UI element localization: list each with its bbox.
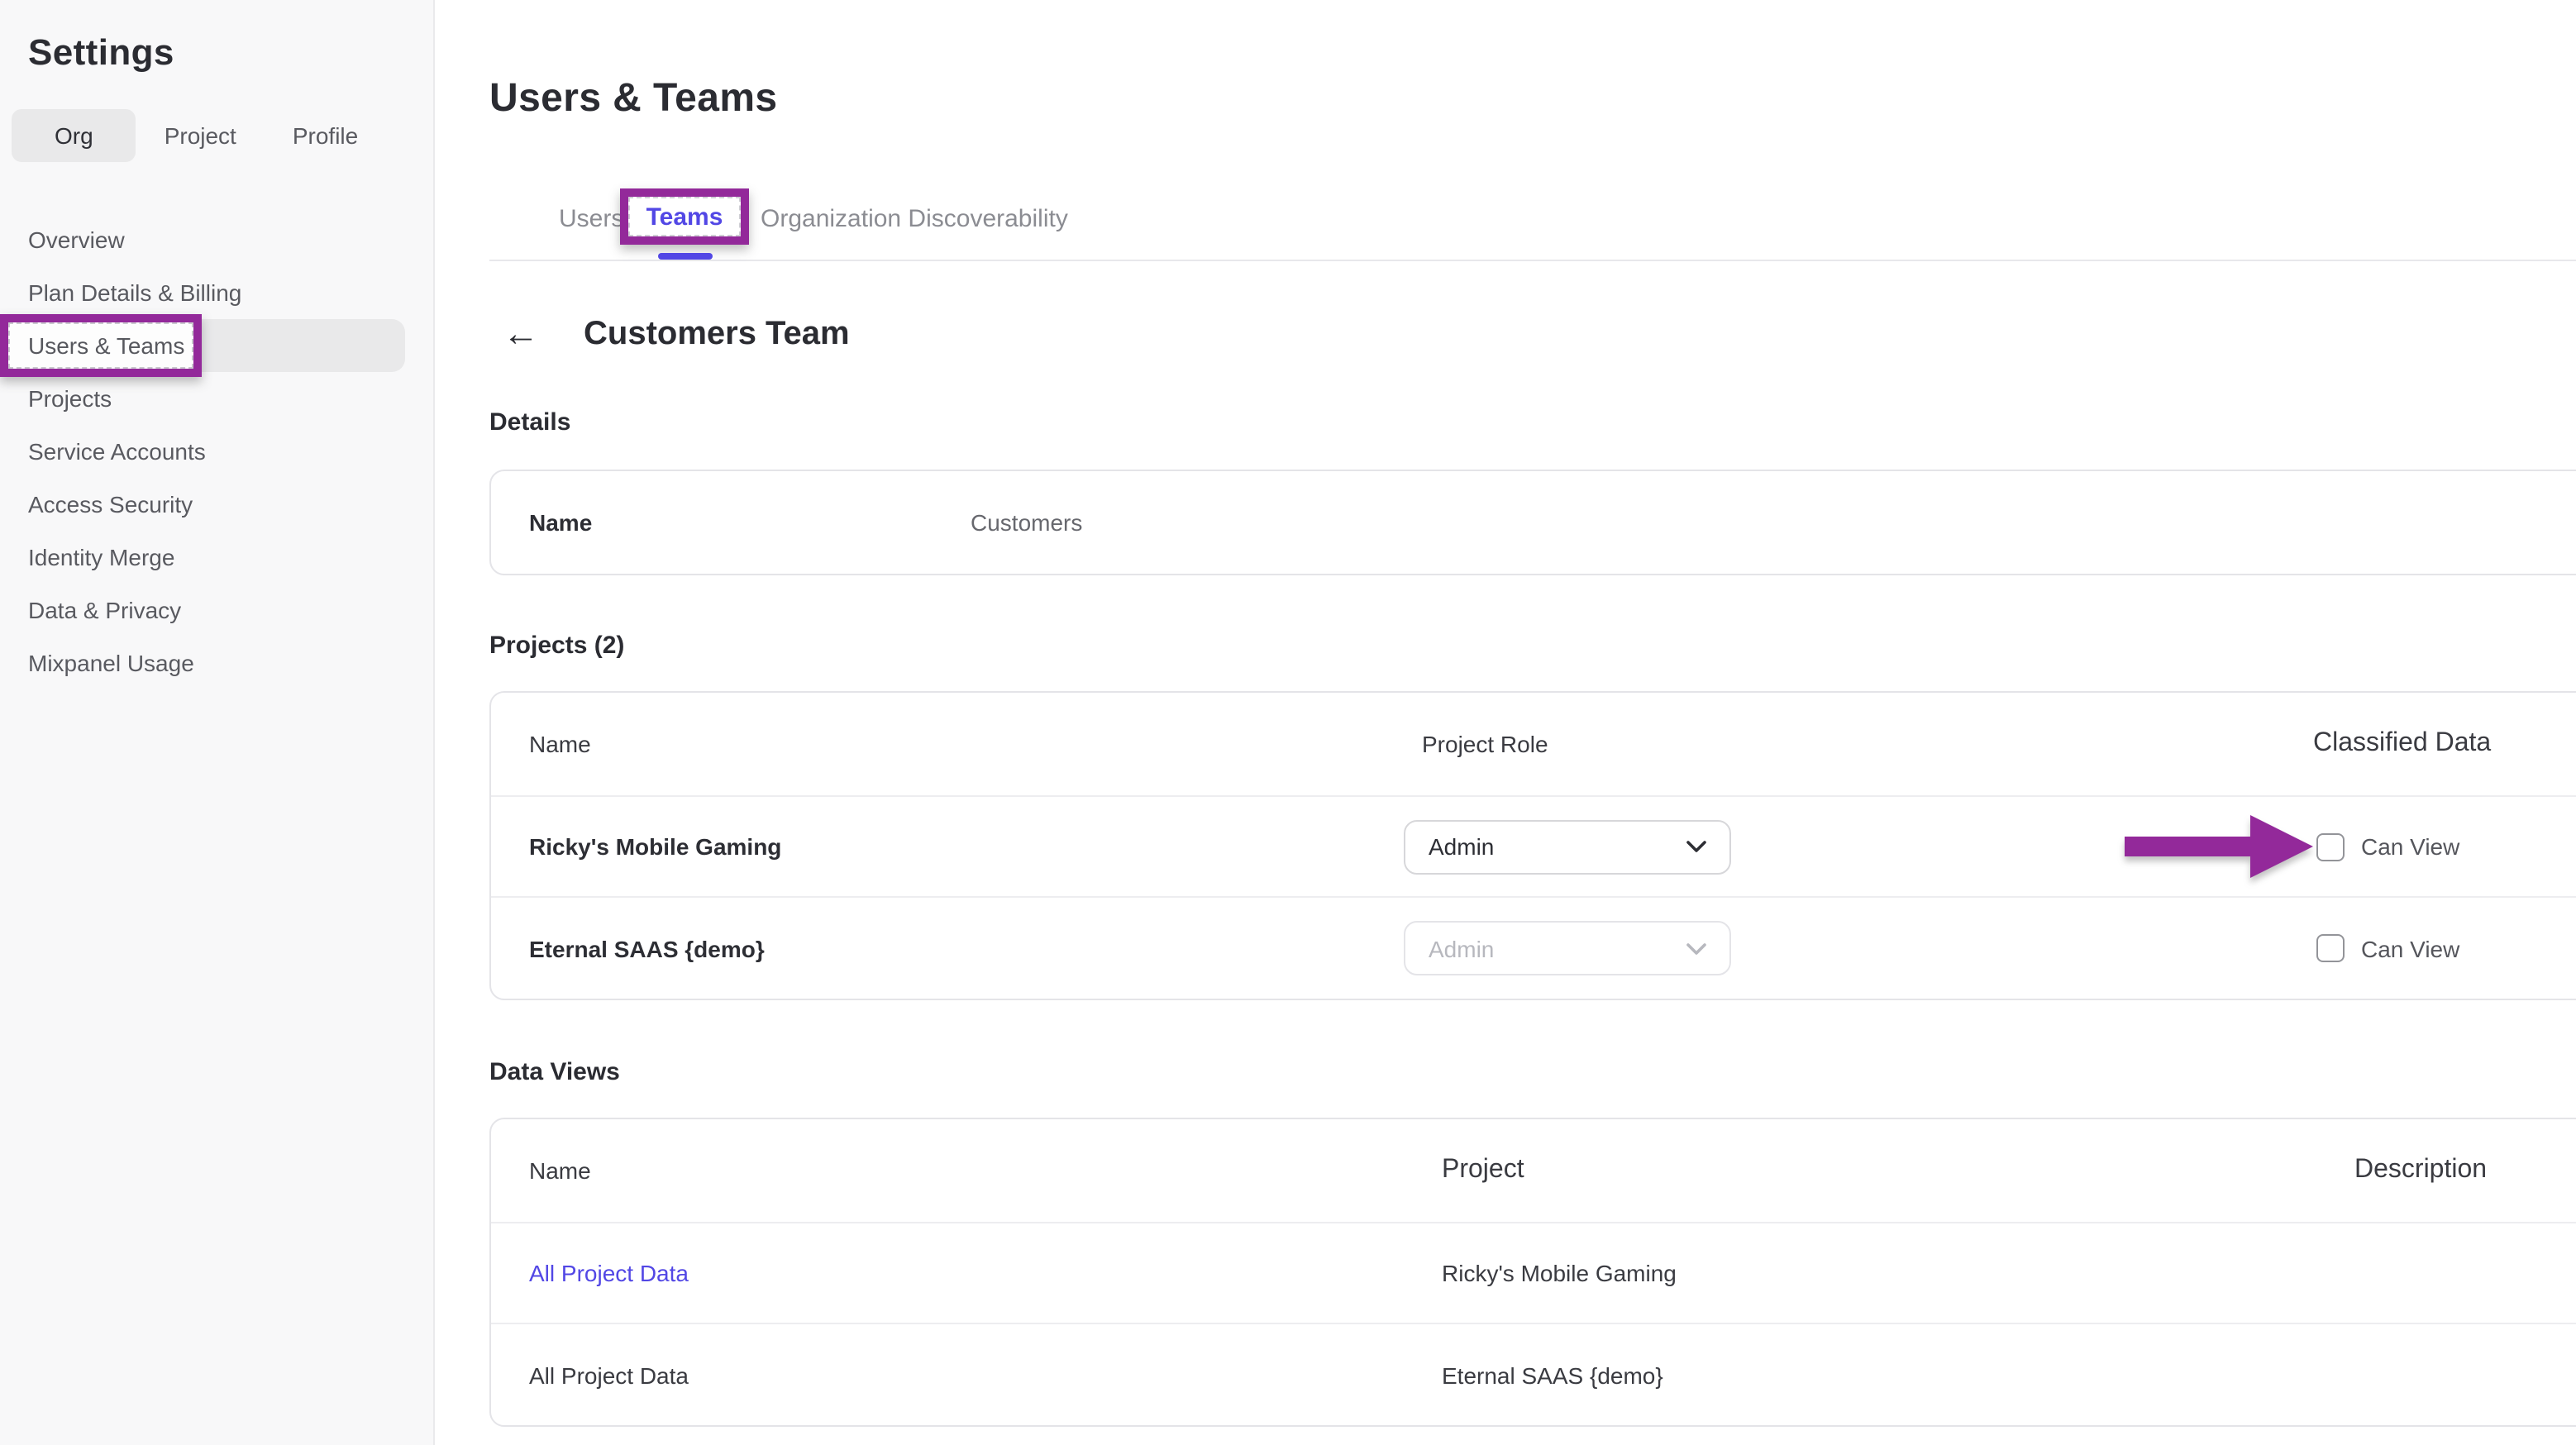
page-title: Users & Teams	[489, 76, 2576, 122]
data-views-heading: Data Views	[489, 1058, 2576, 1086]
column-header-classified-data: Classified Data	[2313, 729, 2576, 759]
annotation-box-teams-tab: Teams	[620, 188, 749, 245]
projects-heading: Projects (2)	[489, 632, 2576, 660]
data-view-link-all-project-data[interactable]: All Project Data	[491, 1260, 1442, 1286]
chevron-down-icon	[1686, 942, 1706, 955]
can-view-label: Can View	[2361, 833, 2459, 860]
data-view-row: All Project Data Eternal SAAS {demo}	[491, 1324, 2576, 1425]
sidebar-item-overview[interactable]: Overview	[0, 213, 433, 266]
sidebar-item-projects[interactable]: Projects	[0, 372, 433, 425]
project-role-value: Admin	[1429, 935, 1494, 961]
sidebar-item-users-teams[interactable]: Users & Teams	[0, 319, 405, 372]
scope-tab-profile[interactable]: Profile	[265, 109, 386, 162]
sidebar-item-access-security[interactable]: Access Security	[0, 478, 433, 531]
sidebar-item-plan-details-billing[interactable]: Plan Details & Billing	[0, 266, 433, 319]
team-header: ← Customers Team	[435, 304, 2576, 364]
team-title: Customers Team	[584, 315, 850, 353]
details-name-label: Name	[529, 509, 971, 536]
tab-organization-discoverability[interactable]: Organization Discoverability	[761, 205, 1068, 233]
chevron-down-icon	[1686, 840, 1706, 853]
tab-teams[interactable]: Teams	[646, 203, 723, 231]
classified-data-cell: Can View	[2313, 934, 2576, 962]
sidebar: Settings Org Project Profile Overview Pl…	[0, 0, 435, 1445]
users-teams-tabs: Users Teams Organization Discoverability	[435, 192, 2576, 260]
back-arrow-icon[interactable]: ←	[503, 316, 539, 352]
can-view-checkbox[interactable]	[2316, 934, 2345, 962]
projects-table: Name Project Role Classified Data Ricky'…	[489, 691, 2576, 1000]
can-view-label: Can View	[2361, 935, 2459, 961]
details-name-value: Customers	[971, 509, 1082, 536]
tabs-divider	[489, 260, 2576, 261]
tab-users[interactable]: Users	[559, 205, 623, 233]
active-tab-indicator	[658, 253, 713, 260]
sidebar-item-data-privacy[interactable]: Data & Privacy	[0, 584, 433, 637]
sidebar-item-users-teams-label: Users & Teams	[8, 322, 193, 369]
sidebar-item-service-accounts[interactable]: Service Accounts	[0, 425, 433, 478]
details-heading: Details	[489, 408, 2576, 436]
column-header-project: Project	[1442, 1156, 2354, 1185]
annotation-arrow	[2125, 813, 2313, 880]
settings-page: Settings Org Project Profile Overview Pl…	[0, 0, 2576, 1445]
sidebar-title: Settings	[28, 31, 433, 74]
project-row-rickys-mobile-gaming: Ricky's Mobile Gaming Admin Can View	[491, 797, 2576, 898]
project-role-value: Admin	[1429, 833, 1494, 860]
column-header-name: Name	[491, 731, 1404, 757]
sidebar-item-identity-merge[interactable]: Identity Merge	[0, 531, 433, 584]
project-name: Ricky's Mobile Gaming	[491, 833, 1404, 860]
column-header-description: Description	[2354, 1156, 2576, 1185]
details-card: Name Customers	[489, 470, 2576, 575]
sidebar-nav: Overview Plan Details & Billing Users & …	[0, 213, 433, 689]
settings-scope-tabs: Org Project Profile	[12, 109, 433, 162]
sidebar-item-mixpanel-usage[interactable]: Mixpanel Usage	[0, 637, 433, 689]
projects-table-header: Name Project Role Classified Data	[491, 693, 2576, 797]
data-view-project: Eternal SAAS {demo}	[1442, 1362, 2354, 1388]
data-view-row: All Project Data Ricky's Mobile Gaming	[491, 1223, 2576, 1324]
annotation-box-users-teams: Users & Teams	[0, 314, 202, 377]
data-views-table: Name Project Description All Project Dat…	[489, 1118, 2576, 1427]
project-row-eternal-saas-demo: Eternal SAAS {demo} Admin Can View	[491, 898, 2576, 999]
column-header-name: Name	[491, 1157, 1442, 1184]
data-view-name: All Project Data	[491, 1362, 1442, 1388]
project-name: Eternal SAAS {demo}	[491, 935, 1404, 961]
project-role-select-disabled: Admin	[1404, 921, 1731, 975]
classified-data-cell: Can View	[2313, 832, 2576, 861]
scope-tab-org[interactable]: Org	[12, 109, 136, 162]
main-content: Users & Teams Users Teams Organization D…	[435, 0, 2576, 1445]
scope-tab-project[interactable]: Project	[136, 109, 265, 162]
column-header-project-role: Project Role	[1404, 731, 2313, 757]
data-view-project: Ricky's Mobile Gaming	[1442, 1260, 2354, 1286]
project-role-select[interactable]: Admin	[1404, 819, 1731, 874]
data-views-table-header: Name Project Description	[491, 1119, 2576, 1223]
can-view-checkbox[interactable]	[2316, 832, 2345, 861]
